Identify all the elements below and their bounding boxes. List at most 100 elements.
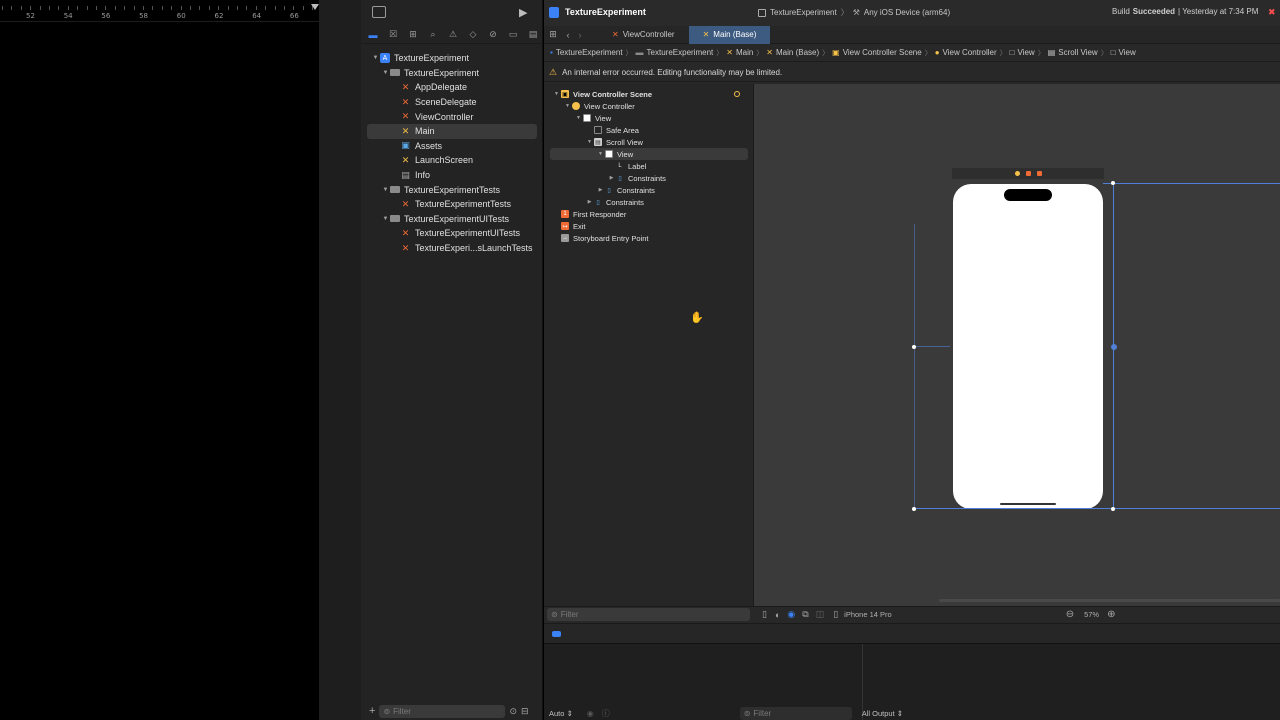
outline-item[interactable]: ▼ View Controller: [544, 100, 754, 112]
outline-item[interactable]: ▶ ▯ Constraints: [544, 184, 754, 196]
breadcrumb[interactable]: ▤ Scroll View: [1048, 48, 1098, 57]
zoom-in-icon[interactable]: ⊕: [1107, 609, 1115, 620]
navigator-item[interactable]: ✕ Main: [367, 123, 537, 139]
navigator-item[interactable]: ✕ TextureExperi...sLaunchTests: [361, 241, 543, 256]
editor-tab[interactable]: ✕ Main (Base): [688, 25, 771, 44]
navigator-item[interactable]: ▼ A TextureExperiment: [361, 51, 543, 66]
disclosure-triangle-icon[interactable]: ▶: [596, 187, 605, 193]
layout-icon[interactable]: ◫: [816, 609, 825, 620]
resize-handle[interactable]: [1111, 344, 1117, 350]
related-items-icon[interactable]: ⊞: [544, 29, 562, 40]
navigator-item[interactable]: ✕ TextureExperimentTests: [361, 197, 543, 212]
breakpoint-navigator-tab-icon[interactable]: ▭: [506, 28, 520, 42]
navigator-item[interactable]: ✕ SceneDelegate: [361, 95, 543, 110]
test-navigator-tab-icon[interactable]: ◇: [466, 28, 480, 42]
resize-handle[interactable]: [912, 345, 916, 349]
error-indicator-icon[interactable]: ✖: [1268, 7, 1276, 18]
resize-handle[interactable]: [1111, 181, 1115, 185]
orientation-icon[interactable]: ⧉: [802, 609, 808, 620]
breadcrumb[interactable]: ● View Controller: [935, 48, 997, 57]
navigator-item[interactable]: ✕ ViewController: [361, 109, 543, 124]
navigator-item[interactable]: ✕ TextureExperimentUITests: [361, 226, 543, 241]
navigator-item[interactable]: ▤ Info: [361, 168, 543, 183]
editor-tab[interactable]: ✕ ViewController: [598, 26, 689, 44]
outline-item[interactable]: ▼ View: [550, 148, 748, 160]
navigator-filter-input[interactable]: ⊚ Filter: [379, 704, 506, 718]
project-navigator-tab-icon[interactable]: ▬: [366, 28, 380, 42]
disclosure-triangle-icon[interactable]: ▼: [381, 70, 390, 76]
storyboard-canvas[interactable]: ✋: [690, 84, 1280, 606]
zoom-out-icon[interactable]: ⊖: [1066, 609, 1074, 620]
report-navigator-tab-icon[interactable]: ▤: [526, 28, 540, 42]
disclosure-triangle-icon[interactable]: ▶: [585, 199, 594, 205]
breadcrumb[interactable]: □ View: [1010, 48, 1035, 57]
scheme-selector[interactable]: TextureExperiment 〉 ⚒ Any iOS Device (ar…: [758, 7, 950, 18]
resize-handle[interactable]: [1111, 507, 1115, 511]
breadcrumb[interactable]: ▪ TextureExperiment: [550, 48, 623, 57]
disclosure-triangle-icon[interactable]: ▼: [563, 103, 572, 109]
canvas-horizontal-scrollbar[interactable]: [939, 599, 1280, 602]
symbol-navigator-tab-icon[interactable]: ⊞: [406, 28, 420, 42]
navigator-item[interactable]: ▣ Assets: [361, 139, 543, 154]
outline-item[interactable]: L Label: [544, 160, 754, 172]
console-filter-input[interactable]: ⊚ Filter: [739, 706, 852, 720]
device-name[interactable]: iPhone 14 Pro: [844, 610, 892, 619]
ruler-tick-label: 52: [26, 12, 35, 20]
breadcrumb[interactable]: ✕ Main (Base): [766, 48, 819, 57]
navigator-item[interactable]: ▼ TextureExperimentUITests: [361, 212, 543, 227]
navigator-item[interactable]: ✕ AppDelegate: [361, 80, 543, 95]
first-responder-dock-icon[interactable]: [1025, 171, 1031, 176]
navigator-item[interactable]: ▼ TextureExperiment: [361, 66, 543, 81]
iphone-scene-frame[interactable]: [953, 184, 1103, 509]
outline-item[interactable]: ▼ ▤ Scroll View: [544, 136, 754, 148]
disclosure-triangle-icon[interactable]: ▼: [552, 91, 561, 97]
exit-dock-icon[interactable]: [1036, 171, 1042, 176]
info-icon[interactable]: ⓘ: [602, 708, 610, 719]
outline-filter-input[interactable]: ⊚ Filter: [547, 608, 750, 621]
resize-handle[interactable]: [912, 507, 916, 511]
outline-item[interactable]: → Storyboard Entry Point: [544, 232, 754, 244]
disclosure-triangle-icon[interactable]: ▼: [371, 55, 380, 61]
source-control-tab-icon[interactable]: ☒: [386, 28, 400, 42]
add-icon[interactable]: +: [369, 705, 375, 717]
recent-files-icon[interactable]: ⊙: [509, 706, 517, 717]
breadcrumb[interactable]: ▣ View Controller Scene: [832, 48, 922, 57]
outline-item[interactable]: ▶ ▯ Constraints: [544, 196, 754, 208]
disclosure-triangle-icon[interactable]: ▼: [585, 139, 594, 145]
sidebar-toggle-icon[interactable]: [372, 6, 386, 18]
disclosure-triangle-icon[interactable]: ▼: [381, 216, 390, 222]
debug-navigator-tab-icon[interactable]: ⊘: [486, 28, 500, 42]
eye-icon[interactable]: ◉: [587, 709, 594, 718]
view-controller-dock-icon[interactable]: [1014, 171, 1020, 176]
device-icon[interactable]: ▯: [833, 609, 838, 620]
variables-scope-selector[interactable]: Auto ⇕: [549, 709, 573, 718]
back-icon[interactable]: ‹: [562, 30, 574, 40]
output-selector[interactable]: All Output ⇕: [862, 709, 903, 718]
outline-item[interactable]: ↦ Exit: [544, 220, 754, 232]
filter-options-icon[interactable]: ⊟: [521, 706, 529, 717]
toggle-outline-icon[interactable]: ▯: [762, 609, 767, 620]
debug-toggle-icon[interactable]: [552, 631, 561, 637]
issue-navigator-tab-icon[interactable]: ⚠: [446, 28, 460, 42]
navigator-item[interactable]: ✕ LaunchScreen: [361, 153, 543, 168]
appearance-icon[interactable]: ◐: [775, 610, 780, 620]
disclosure-triangle-icon[interactable]: ▼: [596, 151, 605, 157]
zoom-level[interactable]: 57%: [1084, 610, 1099, 619]
breadcrumb[interactable]: □ View: [1111, 48, 1136, 57]
outline-item[interactable]: ▼ View: [544, 112, 754, 124]
find-navigator-tab-icon[interactable]: ⌕: [426, 28, 440, 42]
breadcrumb[interactable]: ▬ TextureExperiment: [636, 48, 714, 57]
ruler-tick: [105, 6, 107, 10]
disclosure-triangle-icon[interactable]: ▼: [381, 187, 390, 193]
outline-item[interactable]: ▼ ▣ View Controller Scene: [544, 88, 754, 100]
forward-icon[interactable]: ›: [574, 30, 586, 40]
breadcrumb[interactable]: ✕ Main: [726, 48, 753, 57]
outline-item[interactable]: Safe Area: [544, 124, 754, 136]
outline-item[interactable]: ▶ ▯ Constraints: [544, 172, 754, 184]
outline-item[interactable]: 1 First Responder: [544, 208, 754, 220]
disclosure-triangle-icon[interactable]: ▶: [607, 175, 616, 181]
run-icon[interactable]: ▶: [519, 6, 527, 19]
navigator-item[interactable]: ▼ TextureExperimentTests: [361, 182, 543, 197]
accessibility-icon[interactable]: ◉: [787, 609, 795, 620]
disclosure-triangle-icon[interactable]: ▼: [574, 115, 583, 121]
